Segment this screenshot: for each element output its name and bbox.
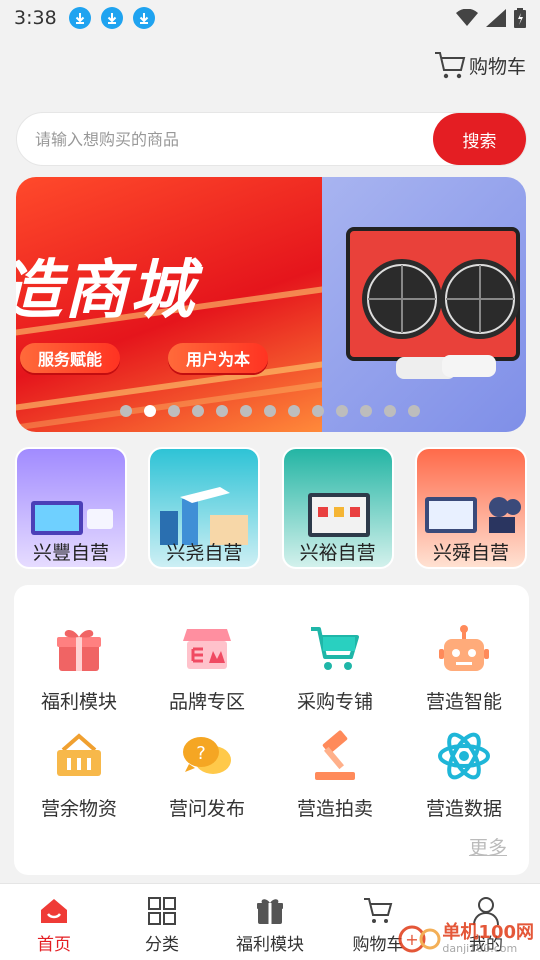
store-label: 兴舜自营 bbox=[432, 542, 509, 564]
tab-home[interactable]: 首页 bbox=[0, 884, 108, 960]
banner-slide-mall: 造商城 服务赋能 用户为本 bbox=[16, 177, 355, 432]
grid-label: 营造拍卖 bbox=[296, 798, 373, 820]
download-icon bbox=[100, 7, 123, 29]
home-icon bbox=[38, 896, 70, 926]
carousel-dot[interactable] bbox=[120, 405, 132, 417]
store-label: 兴裕自营 bbox=[299, 542, 376, 564]
grid-item-procurement[interactable]: 采购专铺 bbox=[271, 621, 399, 714]
carousel-dot[interactable] bbox=[312, 405, 324, 417]
grid-item-data[interactable]: 营造数据 bbox=[400, 728, 528, 821]
signal-icon bbox=[486, 9, 506, 27]
search-button[interactable]: 搜索 bbox=[433, 113, 526, 165]
robot-icon bbox=[436, 621, 492, 677]
store-card[interactable]: 兴裕自营 bbox=[281, 447, 394, 569]
banner-pill: 用户为本 bbox=[168, 343, 269, 373]
grid-item-welfare[interactable]: 福利模块 bbox=[15, 621, 143, 714]
tab-label: 分类 bbox=[145, 935, 179, 955]
carousel-dot[interactable] bbox=[216, 405, 228, 417]
banner-title: 造商城 bbox=[16, 254, 196, 328]
download-icon bbox=[68, 7, 91, 29]
watermark-url: danji100.com bbox=[442, 941, 518, 955]
svg-text:?: ? bbox=[196, 743, 206, 764]
grid-label: 营造数据 bbox=[425, 798, 502, 820]
carousel-dot[interactable] bbox=[384, 405, 396, 417]
grid-label: 营问发布 bbox=[168, 798, 245, 820]
store-label: 兴豐自营 bbox=[32, 542, 109, 564]
site-watermark: + 单机100网 danji100.com bbox=[398, 922, 534, 956]
carousel-dot[interactable] bbox=[240, 405, 252, 417]
banner-pill: 服务赋能 bbox=[20, 343, 121, 373]
carousel-dot[interactable] bbox=[360, 405, 372, 417]
store-card[interactable]: 兴豐自营 bbox=[15, 447, 127, 569]
grid-item-surplus[interactable]: 营余物资 bbox=[15, 728, 143, 821]
carousel-dot[interactable] bbox=[168, 405, 180, 417]
grid-item-brand[interactable]: 品牌专区 bbox=[143, 621, 271, 714]
tab-label: 首页 bbox=[37, 935, 71, 955]
gift-icon bbox=[51, 621, 107, 677]
function-grid: 福利模块 品牌专区 采购专铺 营造智能 营余物资 ? 营问发布 营造拍卖 营造数… bbox=[14, 585, 529, 875]
status-time: 3:38 bbox=[14, 7, 57, 29]
grid-label: 福利模块 bbox=[40, 691, 117, 713]
carousel-dot[interactable] bbox=[408, 405, 420, 417]
store-label: 兴尧自营 bbox=[166, 542, 243, 564]
cart-label: 购物车 bbox=[468, 55, 526, 78]
grid-label: 营余物资 bbox=[40, 798, 117, 820]
svg-text:+: + bbox=[406, 930, 419, 949]
shopping-cart-icon bbox=[307, 621, 363, 677]
search-bar: 搜索 bbox=[16, 112, 527, 166]
banner-carousel[interactable]: 造商城 服务赋能 用户为本 bbox=[16, 177, 526, 432]
search-input[interactable] bbox=[17, 113, 433, 165]
grid-item-questions[interactable]: ? 营问发布 bbox=[143, 728, 271, 821]
atom-icon bbox=[436, 728, 492, 784]
carousel-dot[interactable] bbox=[192, 405, 204, 417]
carousel-dot[interactable] bbox=[264, 405, 276, 417]
gavel-icon bbox=[307, 728, 363, 784]
store-row: 兴豐自营 兴尧自营 兴裕自营 兴舜自营 bbox=[15, 447, 527, 569]
gift-icon bbox=[254, 896, 286, 926]
grid-item-auction[interactable]: 营造拍卖 bbox=[271, 728, 399, 821]
tab-welfare[interactable]: 福利模块 bbox=[216, 884, 324, 960]
carousel-dot[interactable] bbox=[336, 405, 348, 417]
store-card[interactable]: 兴尧自营 bbox=[148, 447, 261, 569]
category-grid-icon bbox=[146, 896, 178, 926]
basket-icon bbox=[51, 728, 107, 784]
tab-label: 购物车 bbox=[352, 935, 404, 955]
carousel-dot[interactable] bbox=[144, 405, 156, 417]
cart-icon bbox=[362, 896, 394, 926]
machine-image bbox=[346, 227, 520, 379]
question-chat-icon: ? bbox=[179, 728, 235, 784]
store-card[interactable]: 兴舜自营 bbox=[414, 447, 527, 569]
brand-store-icon bbox=[179, 621, 235, 677]
banner-slide-product bbox=[322, 177, 526, 432]
carousel-indicator bbox=[120, 405, 420, 417]
grid-label: 采购专铺 bbox=[296, 691, 373, 713]
wifi-icon bbox=[456, 9, 478, 26]
cart-icon bbox=[434, 52, 466, 79]
carousel-dot[interactable] bbox=[288, 405, 300, 417]
download-icon bbox=[132, 7, 155, 29]
tab-label: 福利模块 bbox=[236, 935, 304, 955]
header-cart-link[interactable]: 购物车 bbox=[433, 50, 526, 80]
grid-item-smart[interactable]: 营造智能 bbox=[400, 621, 528, 714]
watermark-text: 单机100网 bbox=[442, 921, 534, 943]
tab-category[interactable]: 分类 bbox=[108, 884, 216, 960]
watermark-logo-icon: + bbox=[398, 925, 441, 953]
more-link[interactable]: 更多 bbox=[469, 833, 507, 860]
status-bar: 3:38 bbox=[0, 0, 540, 36]
grid-label: 品牌专区 bbox=[168, 691, 245, 713]
grid-label: 营造智能 bbox=[425, 691, 502, 713]
battery-icon bbox=[514, 8, 526, 28]
